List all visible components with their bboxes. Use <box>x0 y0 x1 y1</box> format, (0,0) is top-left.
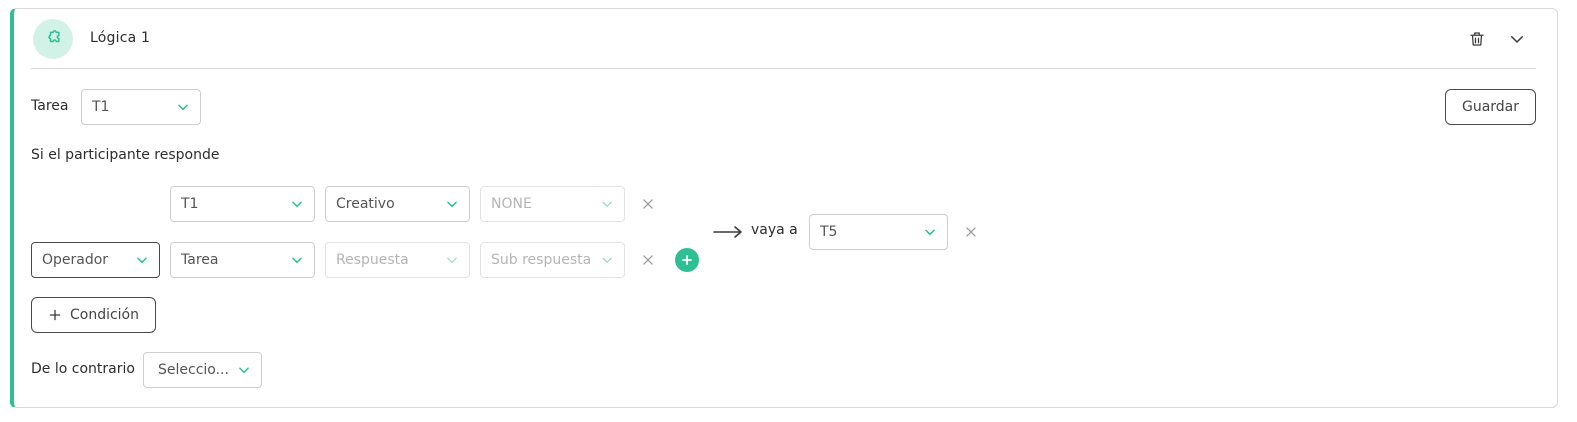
add-condition-label: Condición <box>69 307 139 323</box>
row1-remove-icon[interactable] <box>639 195 657 213</box>
row1-subanswer-value: NONE <box>491 196 532 212</box>
arrow-right-icon <box>713 224 743 240</box>
chevron-down-icon <box>135 253 149 267</box>
chevron-down-icon <box>445 253 459 267</box>
collapse-chevron-icon[interactable] <box>1506 28 1528 50</box>
chevron-down-icon <box>600 197 614 211</box>
goto-remove-icon[interactable] <box>962 223 980 241</box>
add-row-plus-icon[interactable] <box>675 248 699 272</box>
else-label: De lo contrario <box>31 361 135 377</box>
logic-card: Lógica 1 Tarea T1 Guardar Si el particip… <box>10 8 1558 408</box>
save-button-label: Guardar <box>1461 99 1520 115</box>
goto-select[interactable]: T5 <box>809 214 948 250</box>
chevron-down-icon <box>600 253 614 267</box>
save-button[interactable]: Guardar <box>1445 89 1536 125</box>
trash-icon[interactable] <box>1466 28 1488 50</box>
row2-subanswer-value: Sub respuesta <box>491 252 592 268</box>
chevron-down-icon <box>290 197 304 211</box>
condition-section-title: Si el participante responde <box>31 147 220 163</box>
task-select-value: T1 <box>92 99 110 115</box>
chevron-down-icon <box>923 225 937 239</box>
task-label: Tarea <box>31 98 69 114</box>
else-select[interactable]: Seleccio... <box>143 352 262 388</box>
row2-task-value: Tarea <box>181 252 219 268</box>
row1-task-select[interactable]: T1 <box>170 186 315 222</box>
chevron-down-icon <box>445 197 459 211</box>
operator-select-value: Operador <box>42 252 109 268</box>
goto-label: vaya a <box>751 222 798 238</box>
row2-answer-select[interactable]: Respuesta <box>325 242 470 278</box>
plus-icon <box>48 308 62 322</box>
else-select-value: Seleccio... <box>158 362 229 378</box>
row2-subanswer-select[interactable]: Sub respuesta <box>480 242 625 278</box>
row2-answer-value: Respuesta <box>336 252 409 268</box>
row1-subanswer-select[interactable]: NONE <box>480 186 625 222</box>
row1-answer-select[interactable]: Creativo <box>325 186 470 222</box>
header-divider <box>31 68 1536 69</box>
row2-task-select[interactable]: Tarea <box>170 242 315 278</box>
add-condition-button[interactable]: Condición <box>31 297 156 333</box>
puzzle-icon <box>33 19 73 59</box>
row2-remove-icon[interactable] <box>639 251 657 269</box>
chevron-down-icon <box>290 253 304 267</box>
task-select[interactable]: T1 <box>81 89 201 125</box>
row1-answer-value: Creativo <box>336 196 395 212</box>
logic-title: Lógica 1 <box>90 30 151 46</box>
operator-select[interactable]: Operador <box>31 242 160 278</box>
row1-task-value: T1 <box>181 196 199 212</box>
goto-select-value: T5 <box>820 224 838 240</box>
chevron-down-icon <box>237 363 251 377</box>
chevron-down-icon <box>176 100 190 114</box>
